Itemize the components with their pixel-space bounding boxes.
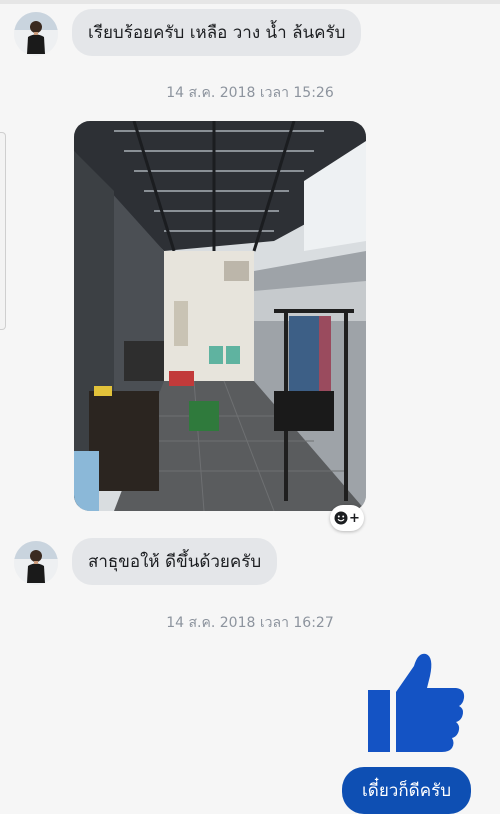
top-divider [0, 0, 500, 4]
message-text: เดี๋ยวก็ดีครับ [362, 781, 451, 801]
incoming-message[interactable]: สาธุขอให้ ดีขึ้นด้วยครับ [72, 538, 278, 585]
smiley-plus-icon [334, 511, 348, 525]
outgoing-message[interactable]: เดี๋ยวก็ดีครับ [342, 767, 471, 814]
side-panel-edge[interactable] [0, 132, 6, 330]
thumbs-up-icon [368, 653, 465, 752]
add-reaction-button[interactable]: + [330, 505, 364, 531]
plus-glyph: + [349, 510, 360, 526]
photo-message[interactable] [74, 121, 366, 511]
sender-avatar[interactable] [14, 541, 58, 585]
avatar-image [14, 541, 58, 585]
message-text: เรียบร้อยครับ เหลือ วาง น้ำ ล้นครับ [88, 22, 346, 43]
avatar-image [14, 12, 58, 56]
message-text: สาธุขอให้ ดีขึ้นด้วยครับ [88, 551, 262, 572]
timestamp: 14 ส.ค. 2018 เวลา 16:27 [166, 615, 334, 631]
incoming-message[interactable]: เรียบร้อยครับ เหลือ วาง น้ำ ล้นครับ [72, 9, 362, 56]
sender-avatar[interactable] [14, 12, 58, 56]
like-sticker[interactable] [366, 648, 466, 756]
timestamp: 14 ส.ค. 2018 เวลา 15:26 [166, 85, 334, 101]
alley-photo [74, 121, 366, 511]
